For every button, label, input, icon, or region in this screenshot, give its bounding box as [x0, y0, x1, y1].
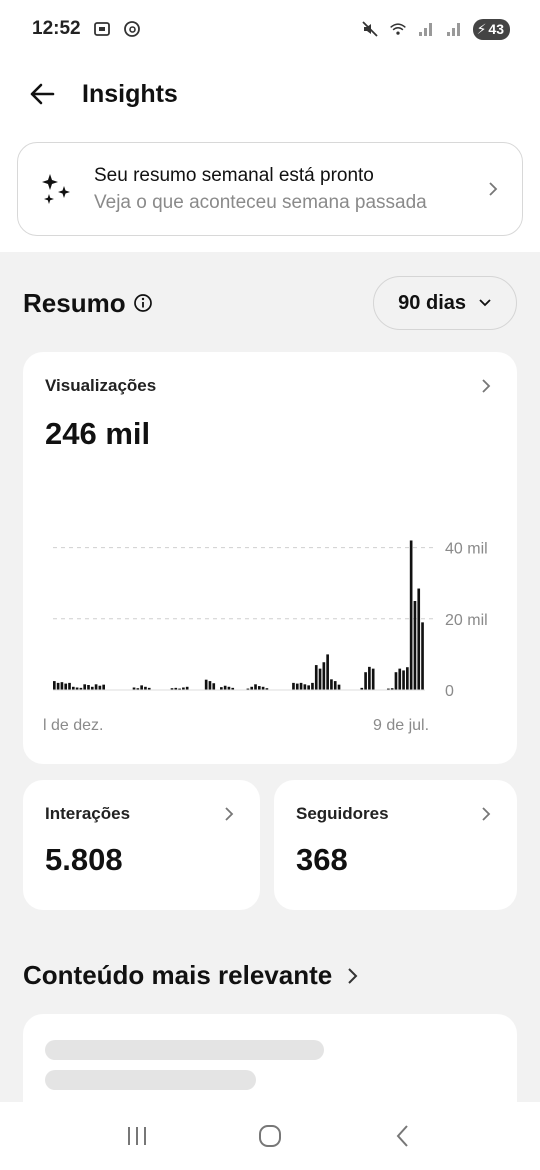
chart-bar [87, 685, 90, 690]
weekly-summary-title: Seu resumo semanal está pronto [94, 164, 374, 186]
x-tick-label: l de dez. [43, 717, 103, 734]
chart-bar [307, 685, 310, 690]
status-time: 12:52 [32, 18, 81, 39]
chart-bar [60, 682, 64, 690]
loading-placeholder [45, 1040, 324, 1060]
chart-bar [421, 622, 424, 690]
chart-bar [257, 686, 261, 690]
interactions-card[interactable]: Interações 5.808 [23, 780, 260, 910]
home-button[interactable] [250, 1116, 290, 1156]
wifi-icon [389, 20, 407, 38]
mute-icon [361, 20, 379, 38]
top-bar: Insights [0, 58, 540, 130]
summary-section-header: Resumo 90 dias [23, 276, 517, 330]
recents-button[interactable] [117, 1116, 157, 1156]
page-title: Insights [82, 79, 178, 108]
chart-bar [53, 681, 56, 690]
chart-bar [56, 682, 60, 690]
views-card[interactable]: Visualizações 246 mil 40 mil 20 mil 0 l de … [23, 352, 517, 764]
x-tick-label: 9 de jul. [373, 717, 429, 734]
chart-bar [212, 683, 216, 690]
signal-icon [417, 20, 435, 38]
chart-bar [68, 682, 71, 690]
y-tick-label: 40 mil [445, 541, 488, 558]
chevron-right-icon [348, 967, 358, 984]
battery-level: 43 [488, 21, 504, 37]
chart-bar [102, 684, 106, 690]
chart-bar [314, 665, 318, 690]
chart-bar [371, 668, 375, 690]
chart-bar [83, 684, 87, 690]
chart-bar [402, 670, 405, 690]
chart-bar [303, 684, 307, 690]
relevant-content-title: Conteúdo mais relevante [23, 960, 333, 990]
system-nav-bar [0, 1102, 540, 1170]
chart-bar [98, 685, 102, 690]
loading-placeholder [45, 1070, 256, 1090]
signal-icon-2 [445, 20, 463, 38]
chart-bar [140, 685, 143, 690]
chart-bar [204, 679, 208, 690]
chevron-right-icon [482, 807, 491, 821]
chart-bar [398, 668, 402, 690]
back-button[interactable] [24, 76, 60, 112]
sparkles-icon [42, 174, 70, 204]
battery-indicator: ⚡ 43 [472, 18, 510, 40]
followers-label: Seguidores [296, 804, 389, 823]
chevron-down-icon [479, 299, 491, 307]
views-label: Visualizações [45, 376, 157, 395]
chart-bar [322, 662, 326, 690]
recents-icon [127, 1127, 146, 1145]
chart-bar [299, 682, 303, 690]
weekly-summary-subtitle: Veja o que aconteceu semana passada [94, 191, 427, 213]
chart-bar [330, 679, 333, 690]
followers-card[interactable]: Seguidores 368 [274, 780, 517, 910]
chart-bar [318, 668, 322, 690]
home-icon [258, 1125, 281, 1147]
threads-icon [123, 20, 141, 38]
chart-bar [223, 685, 227, 690]
chevron-right-icon [489, 182, 498, 196]
followers-value: 368 [296, 842, 348, 877]
chart-bar [364, 672, 367, 690]
chart-bar [254, 684, 257, 690]
charging-icon: ⚡ [476, 20, 487, 37]
relevant-content-header[interactable]: Conteúdo mais relevante [23, 960, 360, 991]
chart-bar [326, 654, 329, 690]
chart-bar [208, 681, 212, 690]
chevron-right-icon [482, 379, 491, 393]
date-range-dropdown[interactable]: 90 dias [373, 276, 517, 330]
views-chart: 40 mil 20 mil 0 l de dez. 9 de jul. [43, 540, 488, 734]
chart-bar [368, 666, 371, 690]
chart-bar [295, 683, 299, 690]
back-nav-icon [396, 1125, 409, 1147]
weekly-summary-card[interactable]: Seu resumo semanal está pronto Veja o qu… [17, 142, 523, 236]
chart-bar [413, 601, 417, 690]
date-range-label: 90 dias [398, 291, 466, 314]
screenshot-icon [93, 20, 111, 38]
summary-section-title: Resumo [23, 287, 126, 318]
chevron-right-icon [225, 807, 234, 821]
chart-bar [394, 672, 398, 690]
chart-bar [406, 667, 409, 690]
status-bar: 12:52 ⚡ 43 [0, 0, 540, 58]
back-nav-button[interactable] [383, 1116, 423, 1156]
chart-bar [417, 588, 421, 690]
chart-bar [292, 682, 295, 690]
chart-bar [311, 682, 314, 690]
chart-bar [409, 540, 413, 690]
chart-bar [337, 684, 341, 690]
chart-bar [333, 681, 337, 690]
interactions-value: 5.808 [45, 842, 123, 877]
info-icon[interactable] [133, 293, 153, 313]
arrow-left-icon [30, 83, 55, 105]
interactions-label: Interações [45, 804, 131, 823]
views-value: 246 mil [45, 416, 151, 451]
y-tick-label: 0 [445, 683, 454, 700]
y-tick-label: 20 mil [445, 612, 488, 629]
chart-bar [94, 684, 98, 690]
chart-bar [64, 683, 68, 690]
